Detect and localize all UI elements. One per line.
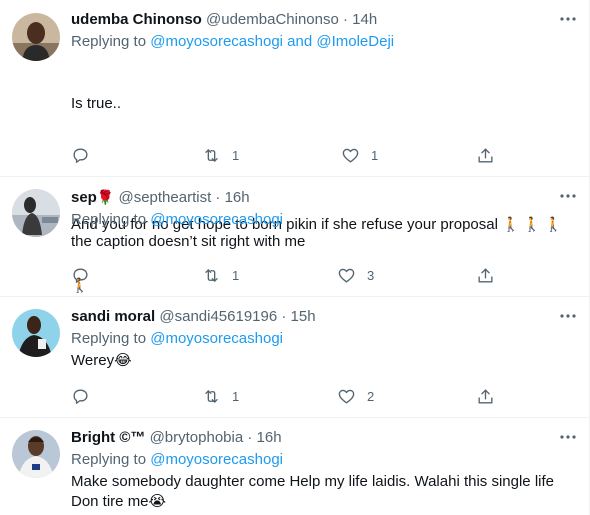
replying-to: Replying to @moyosorecashogi and @ImoleD…	[71, 32, 577, 52]
retweet-button[interactable]: 1	[202, 265, 239, 285]
reply-button[interactable]	[71, 145, 101, 165]
like-count: 1	[371, 147, 379, 163]
tweet-actions: 1 2	[71, 386, 501, 406]
reply-button[interactable]	[71, 386, 101, 406]
heart-icon	[342, 148, 359, 163]
replying-to: Replying to @moyosorecashogi	[71, 450, 577, 470]
tweet-text: the caption doesn’t sit right with me	[71, 233, 306, 250]
timestamp[interactable]: 16h	[257, 429, 282, 446]
tweet-header: sep🌹 @septheartist · 16h	[71, 187, 577, 208]
like-button[interactable]: 2	[337, 386, 374, 406]
share-button[interactable]	[476, 265, 495, 285]
mention-link[interactable]: @moyosorecashogi	[150, 451, 283, 468]
rose-emoji: 🌹	[96, 189, 115, 205]
timestamp[interactable]: 16h	[225, 189, 250, 206]
tweet[interactable]: sep🌹 @septheartist · 16h Replying to @mo…	[0, 177, 589, 297]
user-handle[interactable]: @udembaChinonso	[206, 11, 339, 28]
tweet-text-line: Is true..	[71, 95, 122, 112]
tweet[interactable]: udemba Chinonso @udembaChinonso · 14h Re…	[0, 0, 589, 293]
timestamp[interactable]: 14h	[352, 11, 377, 28]
mention-link[interactable]: @moyosorecashogi	[150, 330, 283, 347]
replying-to-label: Replying to	[71, 211, 147, 228]
tweet[interactable]: Bright ©™ @brytophobia · 16h Replying to…	[0, 418, 589, 515]
display-name[interactable]: udemba Chinonso	[71, 11, 202, 28]
tweet-actions: 1 1	[71, 145, 501, 165]
display-name[interactable]: sep	[71, 189, 97, 206]
avatar[interactable]	[12, 309, 60, 357]
retweet-icon	[205, 268, 218, 282]
heart-icon	[338, 389, 355, 404]
tweet-header: sandi moral @sandi45619196 · 15h	[71, 307, 577, 327]
replies-feed: udemba Chinonso @udembaChinonso · 14h Re…	[0, 0, 590, 515]
share-button[interactable]	[476, 145, 495, 165]
replying-to-label: Replying to	[71, 451, 147, 468]
tweet-header: udemba Chinonso @udembaChinonso · 14h	[71, 10, 577, 30]
avatar[interactable]	[12, 189, 60, 237]
heart-icon	[338, 268, 355, 283]
retweet-count: 1	[232, 267, 240, 283]
timestamp[interactable]: 15h	[291, 308, 316, 325]
separator: ·	[247, 429, 253, 446]
like-button[interactable]: 1	[341, 145, 378, 165]
replying-to-label: Replying to	[71, 33, 147, 50]
replying-to: Replying to @moyosorecashogi	[71, 210, 577, 230]
retweet-icon	[205, 148, 218, 162]
separator: ·	[343, 11, 348, 28]
retweet-count: 1	[232, 147, 240, 163]
retweet-icon	[205, 389, 218, 403]
reply-icon	[73, 147, 88, 163]
share-button[interactable]	[476, 386, 495, 406]
tweet-text: Make somebody daughter come Help my life…	[71, 473, 554, 510]
separator: ·	[215, 189, 221, 206]
separator: ·	[281, 308, 287, 325]
share-icon	[478, 388, 493, 404]
reply-icon	[73, 267, 88, 283]
share-icon	[478, 147, 493, 163]
mention-link[interactable]: @moyosorecashogi and @ImoleDeji	[150, 33, 394, 50]
reply-button[interactable]	[71, 265, 101, 285]
avatar[interactable]	[12, 13, 60, 61]
user-handle[interactable]: @septheartist	[118, 189, 211, 206]
replying-to: Replying to @moyosorecashogi	[71, 329, 577, 349]
replying-to-label: Replying to	[71, 330, 147, 347]
display-name[interactable]: sandi moral	[71, 308, 155, 325]
retweet-button[interactable]: 1	[202, 145, 239, 165]
display-name[interactable]: Bright ©™	[71, 429, 145, 446]
avatar[interactable]	[12, 430, 60, 478]
like-count: 3	[367, 267, 375, 283]
reply-icon	[73, 388, 88, 404]
tweet-text: Werey😂	[71, 352, 132, 369]
like-button[interactable]: 3	[337, 265, 374, 285]
retweet-count: 1	[232, 388, 240, 404]
like-count: 2	[367, 388, 375, 404]
user-handle[interactable]: @brytophobia	[150, 429, 244, 446]
tweet-header: Bright ©™ @brytophobia · 16h	[71, 428, 577, 448]
share-icon	[478, 267, 493, 283]
user-handle[interactable]: @sandi45619196	[159, 308, 277, 325]
tweet[interactable]: sandi moral @sandi45619196 · 15h Replyin…	[0, 297, 589, 418]
tweet-actions: 1 3	[71, 265, 501, 285]
retweet-button[interactable]: 1	[202, 386, 239, 406]
mention-link[interactable]: @moyosorecashogi	[150, 211, 283, 228]
